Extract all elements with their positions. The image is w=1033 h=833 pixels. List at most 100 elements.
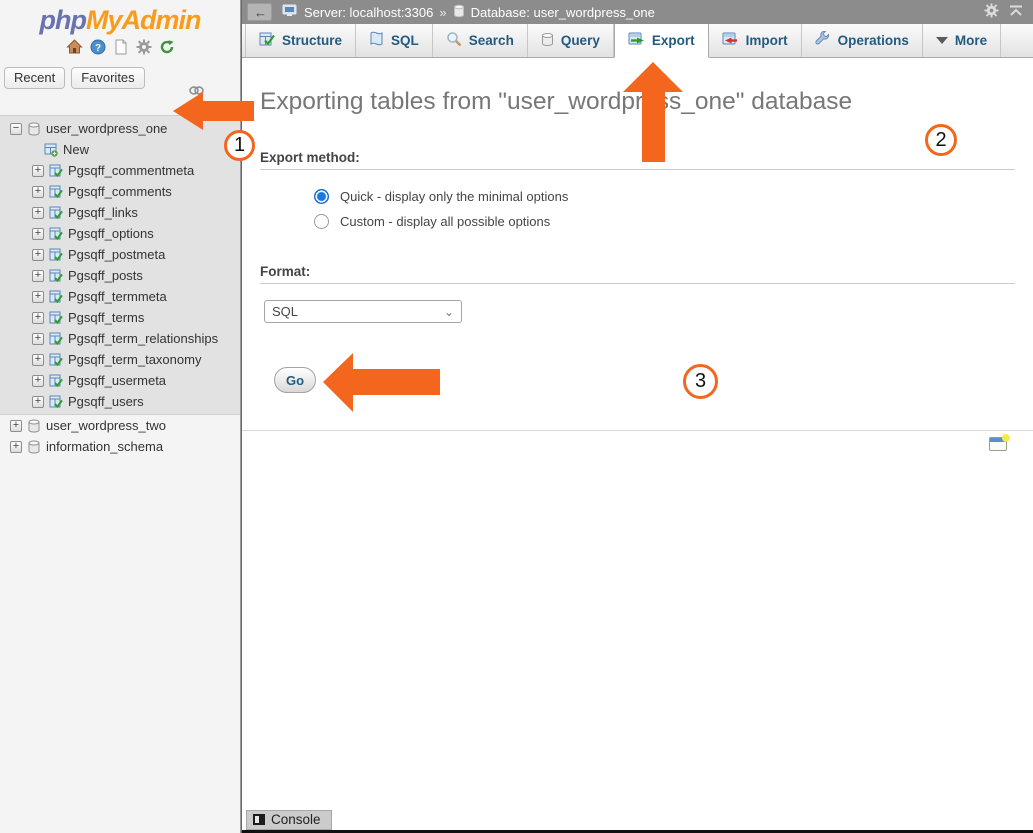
export-icon <box>628 32 645 49</box>
tree-table-row[interactable]: + Pgsqff_options <box>0 223 240 244</box>
tab-export[interactable]: Export <box>614 24 709 58</box>
tree-db-label[interactable]: user_wordpress_one <box>46 121 167 136</box>
collapse-to-top-icon[interactable] <box>1009 5 1023 20</box>
tab-structure[interactable]: Structure <box>245 24 356 57</box>
annotation-arrow-2 <box>622 62 686 162</box>
tab-more[interactable]: More <box>923 24 1001 57</box>
expand-toggle-icon[interactable]: + <box>32 396 44 408</box>
documentation-icon[interactable] <box>113 39 129 60</box>
expand-toggle-icon[interactable]: + <box>32 270 44 282</box>
custom-radio-button[interactable] <box>314 214 329 229</box>
console-toggle[interactable]: Console <box>246 810 332 830</box>
expand-toggle-icon[interactable]: + <box>32 333 44 345</box>
tree-table-label[interactable]: Pgsqff_commentmeta <box>68 163 194 178</box>
expand-toggle-icon[interactable]: + <box>32 249 44 261</box>
tree-db-information-schema[interactable]: + information_schema <box>0 436 240 457</box>
chevron-down-icon <box>936 37 948 44</box>
svg-text:?: ? <box>94 43 100 54</box>
breadcrumb-database[interactable]: Database: user_wordpress_one <box>471 5 655 20</box>
settings-gear-icon[interactable] <box>136 39 152 60</box>
tree-table-row[interactable]: + Pgsqff_commentmeta <box>0 160 240 181</box>
expand-toggle-icon[interactable]: + <box>32 375 44 387</box>
custom-export-option[interactable]: Custom - display all possible options <box>314 209 1015 234</box>
page-settings-gear-icon[interactable] <box>984 3 999 21</box>
database-icon <box>27 122 41 136</box>
expand-toggle-icon[interactable]: + <box>10 420 22 432</box>
tree-table-label[interactable]: Pgsqff_postmeta <box>68 247 165 262</box>
tree-new-label[interactable]: New <box>63 142 89 157</box>
content-divider <box>242 430 1033 431</box>
tree-item-new-table[interactable]: New <box>0 139 240 160</box>
phpmyadmin-logo[interactable]: phpMyAdmin <box>0 0 240 36</box>
tree-table-label[interactable]: Pgsqff_comments <box>68 184 172 199</box>
tree-table-row[interactable]: + Pgsqff_posts <box>0 265 240 286</box>
expand-toggle-icon[interactable]: + <box>32 165 44 177</box>
recent-button[interactable]: Recent <box>4 67 65 89</box>
tab-label: Query <box>561 33 600 48</box>
help-icon[interactable]: ? <box>90 39 106 60</box>
tree-db-label[interactable]: user_wordpress_two <box>46 418 166 433</box>
database-icon <box>27 440 41 454</box>
table-icon <box>49 332 63 346</box>
tab-import[interactable]: Import <box>709 24 802 57</box>
query-icon <box>541 32 554 50</box>
tree-table-row[interactable]: + Pgsqff_postmeta <box>0 244 240 265</box>
tree-table-row[interactable]: + Pgsqff_users <box>0 391 240 412</box>
expand-toggle-icon[interactable]: + <box>32 207 44 219</box>
format-select[interactable]: SQL ⌄ <box>264 300 462 323</box>
tab-sql[interactable]: SQL <box>356 24 433 57</box>
expand-toggle-icon[interactable]: + <box>32 354 44 366</box>
tab-operations[interactable]: Operations <box>802 24 923 57</box>
annotation-step-1: 1 <box>224 130 255 161</box>
tree-table-label[interactable]: Pgsqff_term_taxonomy <box>68 352 201 367</box>
tree-table-label[interactable]: Pgsqff_posts <box>68 268 143 283</box>
expand-toggle-icon[interactable]: + <box>32 312 44 324</box>
refresh-icon[interactable] <box>159 39 175 60</box>
tree-table-row[interactable]: + Pgsqff_usermeta <box>0 370 240 391</box>
annotation-arrow-3 <box>323 352 441 414</box>
table-icon <box>49 227 63 241</box>
home-icon[interactable] <box>66 39 83 60</box>
console-label: Console <box>271 812 321 827</box>
tree-table-label[interactable]: Pgsqff_termmeta <box>68 289 167 304</box>
operations-wrench-icon <box>815 31 831 50</box>
tree-table-label[interactable]: Pgsqff_usermeta <box>68 373 166 388</box>
expand-toggle-icon[interactable]: + <box>10 441 22 453</box>
tree-table-row[interactable]: + Pgsqff_term_relationships <box>0 328 240 349</box>
quick-radio-button[interactable] <box>314 189 329 204</box>
tree-table-row[interactable]: + Pgsqff_terms <box>0 307 240 328</box>
favorites-button[interactable]: Favorites <box>71 67 144 89</box>
expand-toggle-icon[interactable]: + <box>32 186 44 198</box>
tree-table-label[interactable]: Pgsqff_links <box>68 205 138 220</box>
server-breadcrumb-bar: ← Server: localhost:3306 » Database: use… <box>242 0 1033 24</box>
console-icon <box>253 814 265 825</box>
tab-query[interactable]: Query <box>528 24 614 57</box>
tab-search[interactable]: Search <box>433 24 528 57</box>
sql-icon <box>369 31 384 50</box>
tree-db-user-wordpress-two[interactable]: + user_wordpress_two <box>0 415 240 436</box>
tab-label: Operations <box>838 33 909 48</box>
breadcrumb-server[interactable]: Server: localhost:3306 <box>304 5 433 20</box>
expand-toggle-icon[interactable]: + <box>32 291 44 303</box>
tree-table-label[interactable]: Pgsqff_users <box>68 394 144 409</box>
tree-table-label[interactable]: Pgsqff_terms <box>68 310 144 325</box>
tab-label: SQL <box>391 33 419 48</box>
new-table-icon <box>44 143 58 157</box>
tree-table-row[interactable]: + Pgsqff_termmeta <box>0 286 240 307</box>
expand-toggle-icon[interactable]: + <box>32 228 44 240</box>
back-button[interactable]: ← <box>247 3 272 21</box>
table-icon <box>49 353 63 367</box>
tree-table-row[interactable]: + Pgsqff_term_taxonomy <box>0 349 240 370</box>
tree-table-row[interactable]: + Pgsqff_links <box>0 202 240 223</box>
page-related-settings-icon[interactable] <box>989 435 1009 452</box>
tree-table-label[interactable]: Pgsqff_options <box>68 226 154 241</box>
go-button[interactable]: Go <box>274 367 316 393</box>
tree-table-row[interactable]: + Pgsqff_comments <box>0 181 240 202</box>
logo-myadmin-text: MyAdmin <box>86 5 201 35</box>
collapse-toggle-icon[interactable]: − <box>10 123 22 135</box>
tree-db-label[interactable]: information_schema <box>46 439 163 454</box>
sidebar-quick-access: Recent Favorites <box>0 58 240 89</box>
quick-export-option[interactable]: Quick - display only the minimal options <box>314 184 1015 209</box>
tree-table-label[interactable]: Pgsqff_term_relationships <box>68 331 218 346</box>
tab-label: Import <box>746 33 788 48</box>
